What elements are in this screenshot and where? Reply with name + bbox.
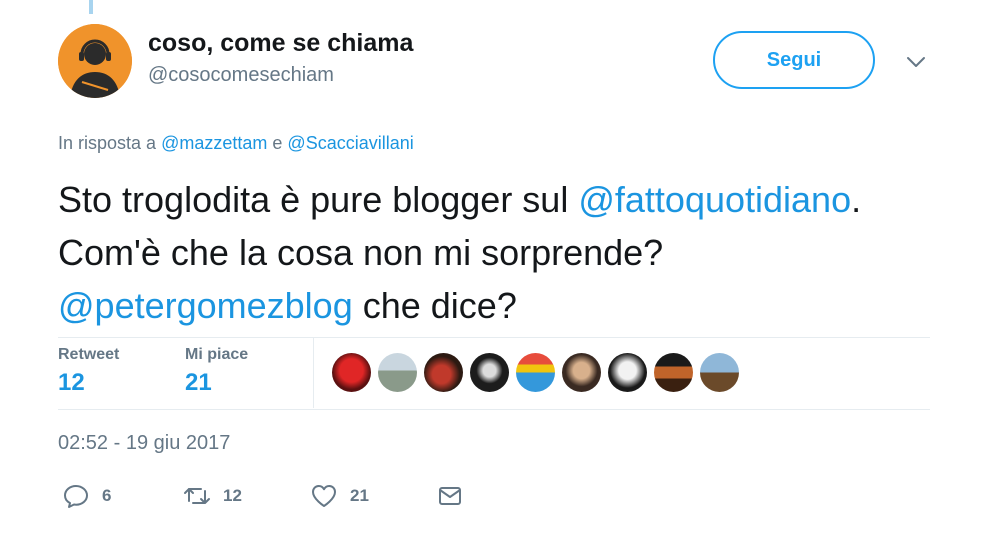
heart-icon: [312, 485, 336, 507]
like-stat-label: Mi piace: [185, 346, 249, 363]
reply-context: In risposta a @mazzettam e @Scacciavilla…: [58, 133, 414, 154]
divider: [58, 409, 930, 410]
liker-avatar[interactable]: [332, 353, 371, 392]
like-count: 21: [350, 486, 369, 505]
retweet-icon: [184, 488, 210, 504]
liker-avatar[interactable]: [608, 353, 647, 392]
liker-avatar[interactable]: [424, 353, 463, 392]
like-stat[interactable]: Mi piace 21: [185, 346, 248, 397]
likers-avatar-row: [332, 353, 739, 392]
follow-button[interactable]: Segui: [713, 31, 875, 89]
retweet-stat-label: Retweet: [58, 346, 120, 363]
like-action[interactable]: 21: [310, 482, 369, 510]
reply-count: 6: [102, 486, 112, 505]
reply-icon: [64, 485, 88, 508]
avatar[interactable]: [58, 24, 132, 98]
chevron-down-icon[interactable]: [904, 52, 928, 72]
like-stat-count: 21: [185, 369, 212, 396]
user-display-name[interactable]: coso, come se chiama: [148, 29, 413, 58]
reply-action[interactable]: 6: [62, 482, 111, 510]
reply-conjunction: e: [272, 133, 283, 153]
tweet-mention-link[interactable]: @petergomezblog: [58, 285, 353, 326]
retweet-count: 12: [223, 486, 242, 505]
retweet-action[interactable]: 12: [183, 482, 242, 510]
liker-avatar[interactable]: [562, 353, 601, 392]
reply-prefix: In risposta a: [58, 133, 157, 153]
tweet-text-segment: Sto troglodita è pure blogger sul: [58, 179, 569, 220]
thread-connector-line: [89, 0, 93, 14]
tweet-text: Sto troglodita è pure blogger sul @fatto…: [58, 173, 938, 332]
user-handle[interactable]: @cosocomesechiam: [148, 64, 334, 87]
envelope-icon: [439, 487, 461, 505]
tweet-text-segment: che dice?: [362, 285, 517, 326]
liker-avatar[interactable]: [654, 353, 693, 392]
liker-avatar[interactable]: [700, 353, 739, 392]
liker-avatar[interactable]: [516, 353, 555, 392]
liker-avatar[interactable]: [378, 353, 417, 392]
divider: [58, 337, 930, 338]
retweet-stat[interactable]: Retweet 12: [58, 346, 119, 397]
person-with-headphones-icon: [58, 24, 132, 98]
reply-mention-link[interactable]: @Scacciavillani: [287, 133, 413, 153]
tweet-timestamp[interactable]: 02:52 - 19 giu 2017: [58, 432, 230, 455]
retweet-stat-count: 12: [58, 369, 85, 396]
liker-avatar[interactable]: [470, 353, 509, 392]
direct-message-action[interactable]: [436, 482, 464, 510]
stats-divider: [313, 338, 314, 408]
reply-mention-link[interactable]: @mazzettam: [161, 133, 267, 153]
tweet-mention-link[interactable]: @fattoquotidiano: [578, 179, 851, 220]
